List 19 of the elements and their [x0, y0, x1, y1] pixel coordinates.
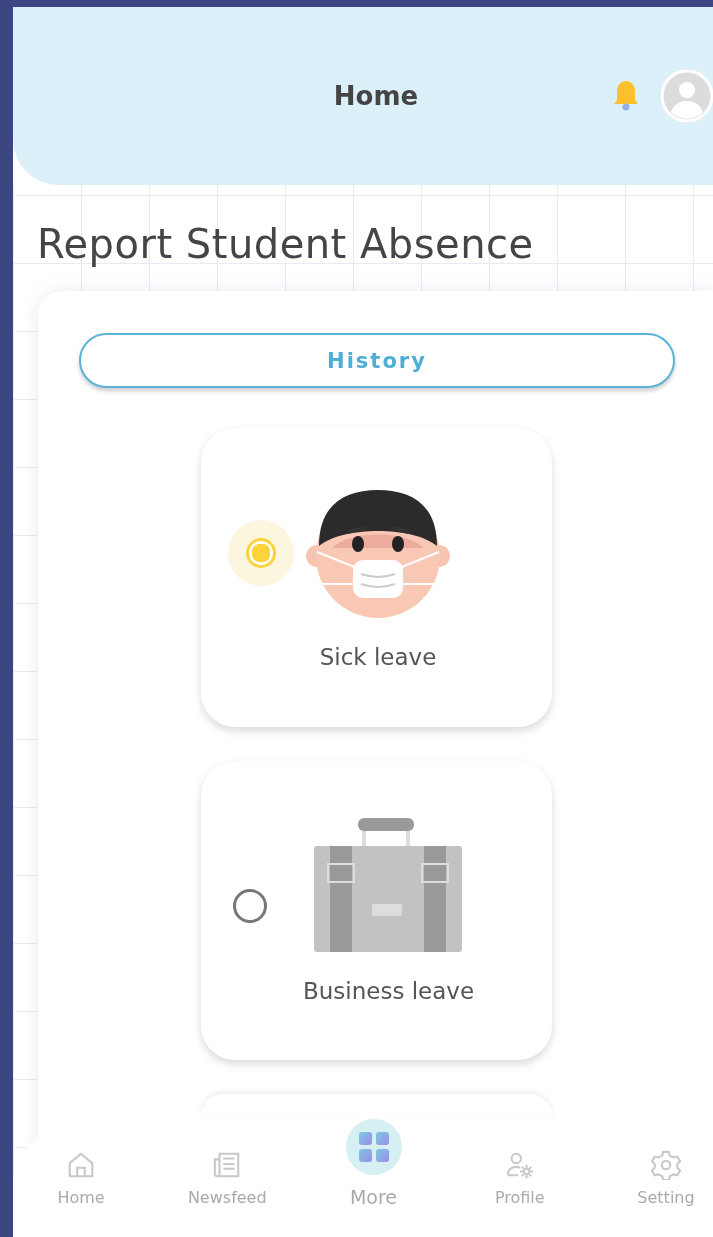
- header-title: Home: [333, 81, 419, 111]
- nav-label[interactable]: Profile: [494, 1188, 545, 1207]
- radio-button[interactable]: [232, 888, 267, 923]
- page-title: Report Student Absence: [37, 221, 535, 267]
- leave-option-card[interactable]: Business leave: [201, 761, 552, 1060]
- avatar-icon[interactable]: [661, 70, 713, 122]
- nav-label[interactable]: Newsfeed: [187, 1188, 267, 1207]
- nav-label[interactable]: Home: [57, 1188, 105, 1207]
- user-gear-icon[interactable]: [504, 1150, 535, 1180]
- leave-option-card[interactable]: Sick leave: [201, 428, 552, 727]
- nav-label[interactable]: Setting: [637, 1188, 695, 1207]
- settings-icon[interactable]: [651, 1150, 681, 1180]
- home-icon[interactable]: [66, 1150, 96, 1180]
- nav-label[interactable]: More: [349, 1186, 398, 1208]
- history-button[interactable]: History: [79, 333, 675, 388]
- leave-option-label: Sick leave: [319, 643, 437, 670]
- grid-icon: [357, 1131, 390, 1163]
- bell-icon[interactable]: [611, 79, 641, 111]
- leave-option-label: Business leave: [303, 977, 475, 1004]
